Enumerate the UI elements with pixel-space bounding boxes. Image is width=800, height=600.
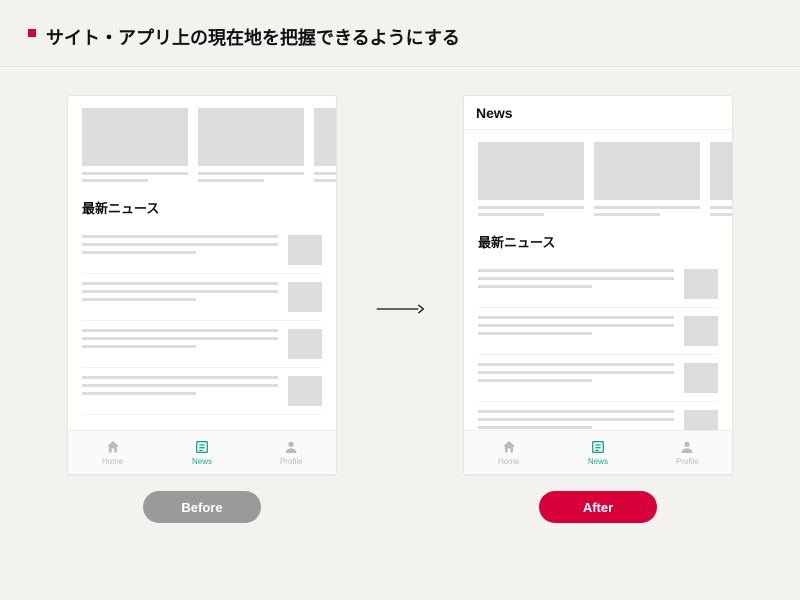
card (478, 142, 584, 220)
tab-home[interactable]: Home (68, 431, 157, 474)
after-phone-mock: News 最新ニュース Home (463, 95, 733, 475)
thumbnail (684, 269, 718, 299)
heading-row: サイト・アプリ上の現在地を把握できるようにする (0, 0, 800, 67)
before-column: 最新ニュース Home News Profile (67, 95, 337, 523)
title-bar: News (464, 96, 732, 130)
list-item (82, 227, 322, 274)
section-title: 最新ニュース (82, 198, 322, 217)
tab-label: News (588, 457, 608, 466)
list-item (478, 308, 718, 355)
list-item (478, 402, 718, 430)
profile-icon (679, 439, 695, 455)
before-phone-mock: 最新ニュース Home News Profile (67, 95, 337, 475)
thumbnail (288, 329, 322, 359)
home-icon (501, 439, 517, 455)
news-icon (590, 439, 606, 455)
before-label-pill: Before (143, 491, 261, 523)
news-icon (194, 439, 210, 455)
card (314, 108, 336, 186)
tab-label: Home (498, 457, 519, 466)
tab-news[interactable]: News (553, 431, 642, 474)
home-icon (105, 439, 121, 455)
list-item (478, 355, 718, 402)
tab-profile[interactable]: Profile (643, 431, 732, 474)
tab-label: Profile (676, 457, 699, 466)
tab-news[interactable]: News (157, 431, 246, 474)
comparison-stage: 最新ニュース Home News Profile (0, 67, 800, 533)
list-item (478, 261, 718, 308)
card-row (82, 108, 322, 186)
thumbnail (288, 376, 322, 406)
tab-bar: Home News Profile (68, 430, 336, 474)
list-item (82, 321, 322, 368)
card (594, 142, 700, 220)
tab-label: Home (102, 457, 123, 466)
profile-icon (283, 439, 299, 455)
thumbnail (288, 282, 322, 312)
tab-label: Profile (280, 457, 303, 466)
thumbnail (288, 235, 322, 265)
thumbnail (684, 363, 718, 393)
card (710, 142, 732, 220)
card-row (478, 142, 718, 220)
title-bar-label: News (476, 105, 513, 121)
after-column: News 最新ニュース Home (463, 95, 733, 523)
after-content: 最新ニュース (464, 130, 732, 430)
thumbnail (684, 316, 718, 346)
card (82, 108, 188, 186)
after-label-pill: After (539, 491, 657, 523)
list-item (82, 368, 322, 415)
list-item (82, 274, 322, 321)
arrow-right-icon (375, 301, 425, 317)
bullet-icon (28, 29, 36, 37)
tab-profile[interactable]: Profile (247, 431, 336, 474)
before-content: 最新ニュース (68, 96, 336, 430)
section-title: 最新ニュース (478, 232, 718, 251)
tab-label: News (192, 457, 212, 466)
card (198, 108, 304, 186)
page-title: サイト・アプリ上の現在地を把握できるようにする (46, 24, 460, 50)
tab-bar: Home News Profile (464, 430, 732, 474)
tab-home[interactable]: Home (464, 431, 553, 474)
thumbnail (684, 410, 718, 430)
